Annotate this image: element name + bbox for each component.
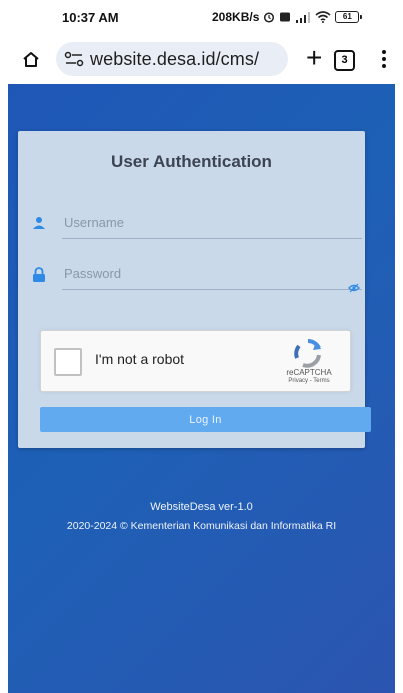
wifi-icon	[315, 11, 331, 23]
password-input[interactable]	[62, 261, 362, 290]
page-title: User Authentication	[111, 152, 272, 171]
browser-toolbar: website.desa.id/cms/ + 3	[0, 34, 403, 84]
url-text[interactable]: website.desa.id/cms/	[90, 49, 259, 70]
eye-off-icon[interactable]	[348, 283, 360, 293]
recaptcha-widget: I'm not a robot reCAPTCHA Privacy - Term…	[40, 330, 351, 392]
alarm-icon	[264, 12, 275, 23]
signal-icon	[296, 11, 311, 23]
page-background: User Authentication I'm not a robot reCA…	[8, 84, 395, 693]
user-icon	[33, 217, 45, 229]
status-bar: 10:37 AM 208KB/s 61	[0, 0, 403, 34]
address-bar[interactable]: website.desa.id/cms/	[56, 42, 288, 76]
home-icon[interactable]	[22, 51, 40, 68]
login-card: User Authentication I'm not a robot reCA…	[18, 131, 371, 448]
status-time: 10:37 AM	[62, 10, 119, 25]
footer-version: WebsiteDesa ver-1.0	[150, 501, 253, 513]
footer-copyright: 2020-2024 © Kementerian Komunikasi dan I…	[66, 520, 337, 532]
username-field-row	[18, 210, 365, 240]
tune-icon[interactable]	[64, 51, 84, 67]
data-icon	[280, 12, 291, 22]
recaptcha-brand: reCAPTCHA	[286, 368, 332, 377]
recaptcha-label: I'm not a robot	[95, 351, 185, 367]
tab-count: 3	[341, 54, 348, 66]
tabs-icon[interactable]: 3	[334, 50, 355, 71]
lock-icon	[33, 267, 45, 282]
recaptcha-links[interactable]: Privacy - Terms	[273, 378, 345, 384]
password-field-row	[18, 261, 365, 293]
status-icons: 208KB/s 61	[212, 10, 363, 24]
battery-level: 61	[342, 12, 352, 21]
login-button[interactable]: Log In	[40, 407, 371, 432]
username-input[interactable]	[62, 210, 362, 239]
recaptcha-icon	[294, 338, 321, 368]
more-vert-icon[interactable]	[382, 50, 386, 71]
plus-icon[interactable]: +	[306, 44, 322, 72]
network-speed: 208KB/s	[212, 10, 260, 24]
battery-icon: 61	[335, 11, 363, 23]
recaptcha-checkbox[interactable]	[54, 348, 82, 376]
